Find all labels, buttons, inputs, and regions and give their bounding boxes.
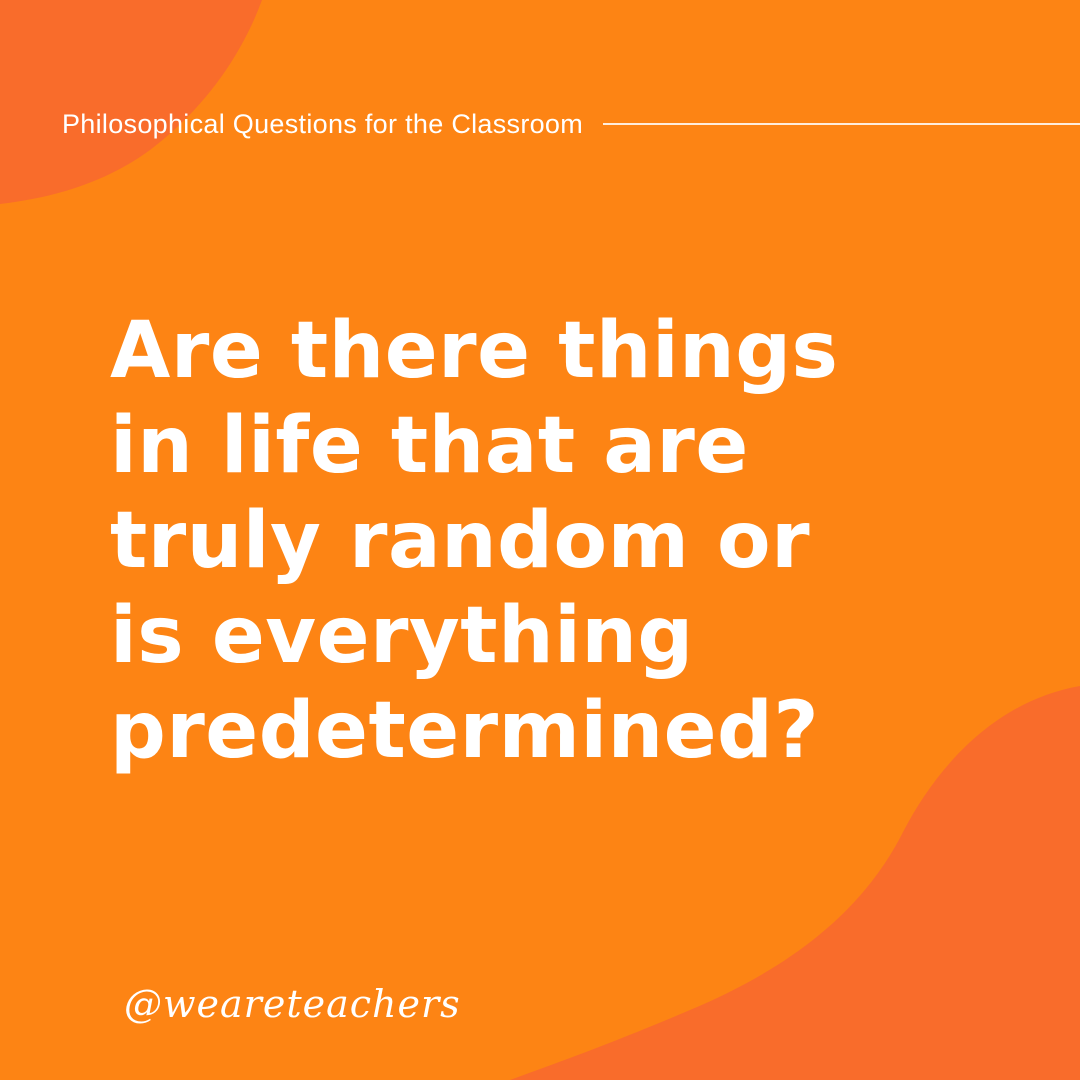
- social-handle: @weareteachers: [124, 982, 461, 1026]
- question-line: is everything: [110, 591, 694, 681]
- question-line: Are there things: [110, 306, 839, 396]
- question-line: in life that are: [110, 401, 749, 491]
- question-line: truly random or: [110, 496, 811, 586]
- question-card: Philosophical Questions for the Classroo…: [0, 0, 1080, 1080]
- header-divider-line: [603, 123, 1080, 125]
- question-text: Are there things in life that are truly …: [110, 304, 1010, 779]
- question-line: predetermined?: [110, 686, 820, 776]
- header-row: Philosophical Questions for the Classroo…: [62, 104, 1080, 144]
- series-title: Philosophical Questions for the Classroo…: [62, 108, 584, 139]
